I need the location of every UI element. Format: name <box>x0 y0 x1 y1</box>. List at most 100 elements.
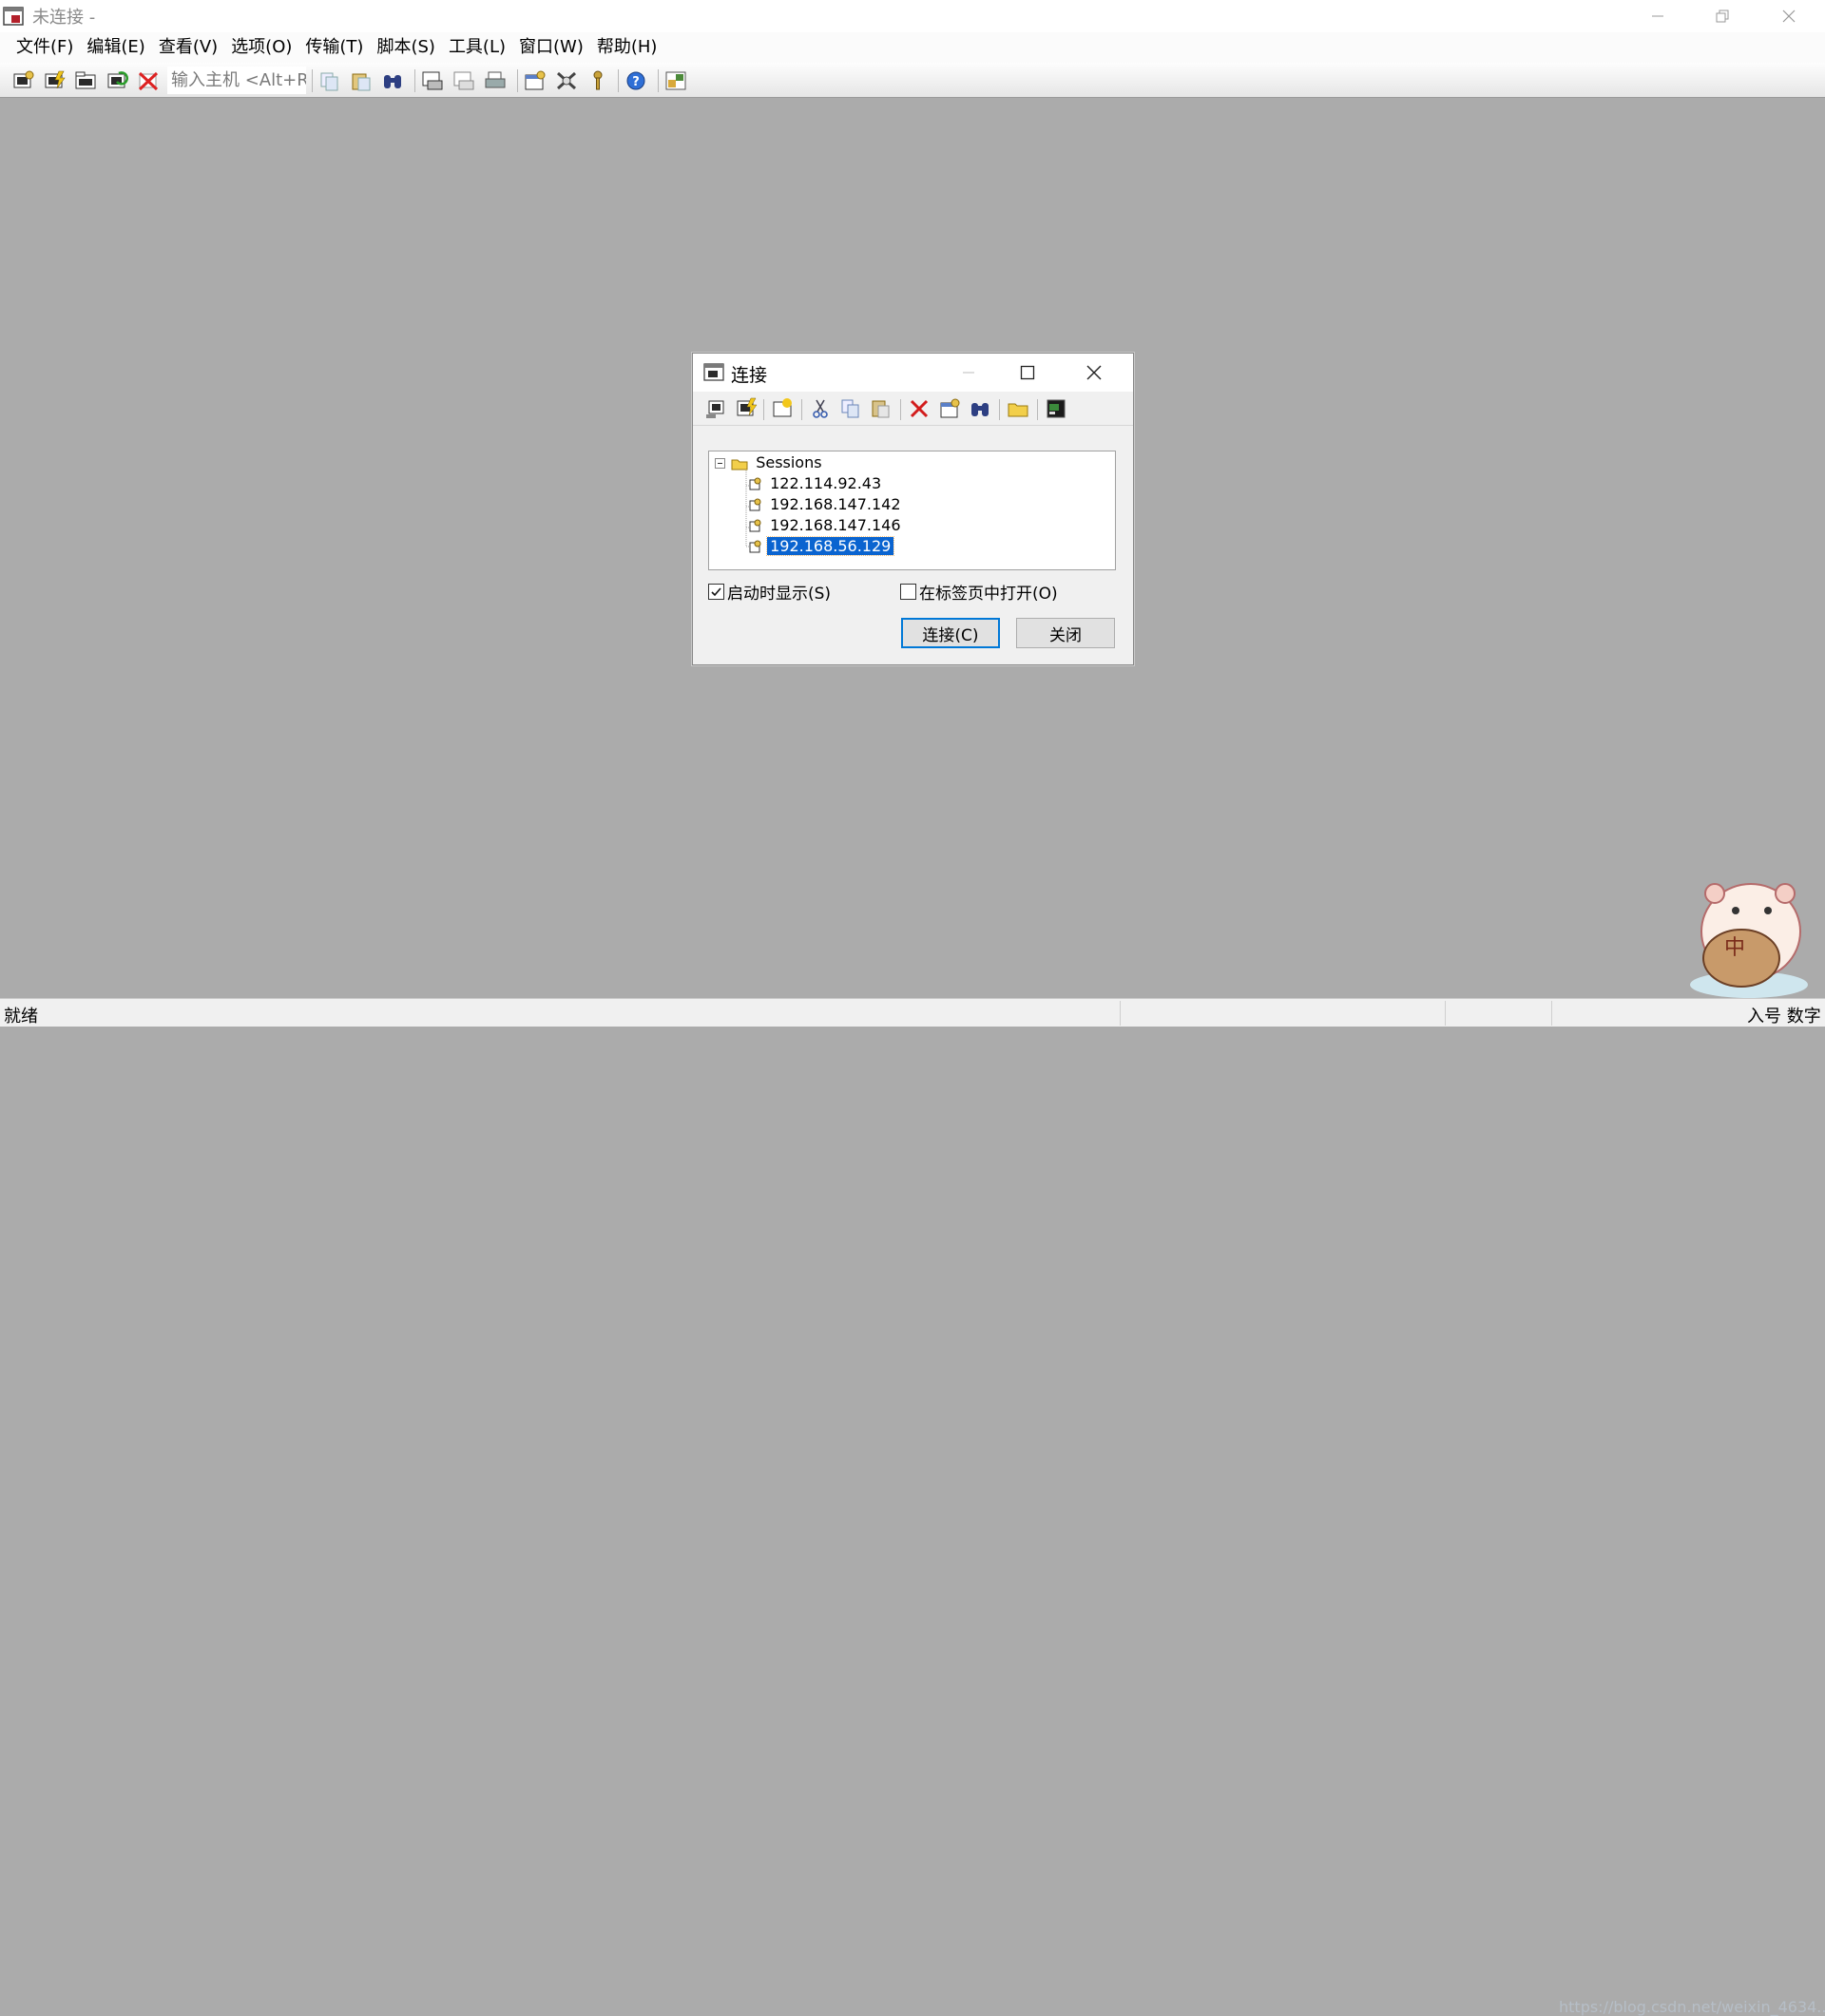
toolbar-separator <box>999 399 1000 420</box>
checkmark-icon <box>711 587 721 597</box>
session-item[interactable]: 122.114.92.43 <box>747 474 884 493</box>
toolbar-separator <box>517 69 518 92</box>
connect-button[interactable]: 连接(C) <box>901 618 1000 648</box>
tree-root-label: Sessions <box>756 453 822 471</box>
paste-icon[interactable] <box>349 69 374 92</box>
menu-transfer[interactable]: 传输(T) <box>298 32 370 63</box>
connect-dialog: 连接 Sessions 122.114.92.43 192.168.147.14… <box>692 353 1134 665</box>
find-icon[interactable] <box>380 69 405 92</box>
title-bar: 未连接 - <box>0 0 1825 32</box>
menu-script[interactable]: 脚本(S) <box>370 32 441 63</box>
status-divider <box>1551 1001 1552 1026</box>
find-icon[interactable] <box>969 397 991 420</box>
show-on-startup-checkbox[interactable]: 启动时显示(S) <box>708 580 831 604</box>
print-setup-icon[interactable] <box>420 69 445 92</box>
restore-icon <box>1716 10 1729 23</box>
paste-icon[interactable] <box>870 397 893 420</box>
toolbar-separator <box>900 399 901 420</box>
session-label: 192.168.56.129 <box>766 536 895 556</box>
close-window-button[interactable] <box>1757 0 1821 32</box>
disconnect-icon[interactable] <box>136 69 161 92</box>
maximize-dialog-button[interactable] <box>1016 361 1039 384</box>
session-label: 122.114.92.43 <box>770 474 882 492</box>
toolbar-separator <box>658 69 659 92</box>
connect-icon[interactable] <box>10 69 35 92</box>
menu-file[interactable]: 文件(F) <box>10 32 80 63</box>
show-on-startup-label: 启动时显示(S) <box>727 585 832 604</box>
session-options-icon[interactable] <box>523 69 548 92</box>
connect-in-tab-icon[interactable] <box>73 69 98 92</box>
host-input[interactable]: 输入主机 <Alt+R> <box>167 67 306 94</box>
session-icon <box>749 477 761 490</box>
toolbar-separator <box>1037 399 1038 420</box>
connect-icon[interactable] <box>704 397 727 420</box>
dialog-title: 连接 <box>731 365 768 386</box>
watermark-text: https://blog.csdn.net/weixin_4634... <box>1559 1998 1825 2016</box>
ime-mascot-icon: 中 <box>1690 883 1808 998</box>
menu-bar: 文件(F) 编辑(E) 查看(V) 选项(O) 传输(T) 脚本(S) 工具(L… <box>0 32 1825 63</box>
global-options-icon[interactable] <box>554 69 579 92</box>
copy-icon[interactable] <box>317 69 342 92</box>
quick-connect-icon[interactable] <box>735 397 758 420</box>
print-selection-icon[interactable] <box>451 69 476 92</box>
sftp-icon[interactable] <box>663 69 688 92</box>
toolbar-separator <box>312 69 313 92</box>
minimize-icon <box>1652 15 1663 17</box>
key-icon[interactable] <box>586 69 610 92</box>
securecrt-app-icon <box>3 7 24 26</box>
terminal-icon[interactable] <box>1045 397 1067 420</box>
menu-edit[interactable]: 编辑(E) <box>80 32 151 63</box>
toolbar-separator <box>763 399 764 420</box>
new-folder-icon[interactable] <box>1007 397 1029 420</box>
new-session-icon[interactable] <box>771 397 794 420</box>
session-label: 192.168.147.142 <box>770 495 901 513</box>
menu-options[interactable]: 选项(O) <box>224 32 298 63</box>
properties-icon[interactable] <box>938 397 961 420</box>
reconnect-icon[interactable] <box>105 69 129 92</box>
maximize-icon <box>1020 365 1035 380</box>
cut-icon[interactable] <box>809 397 832 420</box>
menu-help[interactable]: 帮助(H) <box>590 32 664 63</box>
minimize-icon <box>963 372 974 374</box>
checkbox-box[interactable] <box>900 584 916 600</box>
status-text: 就绪 <box>4 1007 38 1027</box>
dialog-toolbar <box>693 392 1133 426</box>
svg-text:?: ? <box>632 75 640 89</box>
restore-button[interactable] <box>1690 0 1755 32</box>
toolbar-separator <box>618 69 619 92</box>
status-bar: 就绪 https://blog.csdn.net/weixin_4634... … <box>0 998 1825 2016</box>
window-title: 未连接 - <box>32 8 96 28</box>
close-icon <box>1782 10 1796 23</box>
collapse-icon[interactable] <box>715 457 726 470</box>
open-in-tab-label: 在标签页中打开(O) <box>919 585 1058 604</box>
checkbox-box[interactable] <box>708 584 724 600</box>
session-icon <box>749 540 761 552</box>
help-icon[interactable]: ? <box>624 69 648 92</box>
session-label: 192.168.147.146 <box>770 516 901 534</box>
session-icon <box>749 498 761 510</box>
toolbar-separator <box>414 69 415 92</box>
svg-text:中: 中 <box>1724 936 1745 960</box>
session-tree[interactable]: Sessions 122.114.92.43 192.168.147.142 1… <box>708 451 1116 570</box>
close-icon <box>1086 365 1102 380</box>
tree-root[interactable]: Sessions <box>715 453 825 472</box>
minimize-button[interactable] <box>1625 0 1690 32</box>
session-item-selected[interactable]: 192.168.56.129 <box>747 536 895 556</box>
session-item[interactable]: 192.168.147.146 <box>747 516 904 535</box>
main-toolbar: 输入主机 <Alt+R> ? <box>0 63 1825 98</box>
session-item[interactable]: 192.168.147.142 <box>747 495 904 514</box>
dialog-app-icon <box>703 363 724 381</box>
menu-view[interactable]: 查看(V) <box>152 32 224 63</box>
close-button[interactable]: 关闭 <box>1016 618 1115 648</box>
dialog-title-bar: 连接 <box>693 354 1133 392</box>
menu-tools[interactable]: 工具(L) <box>442 32 512 63</box>
menu-window[interactable]: 窗口(W) <box>512 32 590 63</box>
open-in-tab-checkbox[interactable]: 在标签页中打开(O) <box>900 580 1058 604</box>
status-divider <box>1120 1001 1121 1026</box>
delete-icon[interactable] <box>908 397 931 420</box>
quick-connect-icon[interactable] <box>42 69 67 92</box>
ime-status: 入号 数字 <box>1747 1007 1821 1027</box>
close-dialog-button[interactable] <box>1083 361 1105 384</box>
print-icon[interactable] <box>483 69 508 92</box>
copy-icon[interactable] <box>839 397 862 420</box>
